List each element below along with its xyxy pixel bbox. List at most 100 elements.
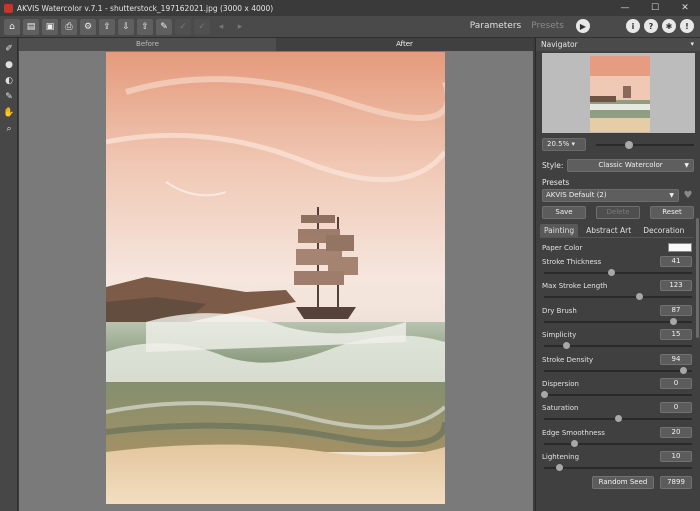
eraser-icon[interactable]: ◐ — [0, 73, 18, 89]
save-preset-button[interactable]: Save — [542, 206, 586, 219]
main-toolbar: ⌂ ▤ ▣ ⎙ ⚙ ⇪ ⇩ ⇧ ✎ ✓ ✓ ◂ ▸ Parameters Pre… — [0, 16, 700, 38]
tab-parameters[interactable]: Parameters — [470, 21, 522, 31]
settings-icon[interactable]: ✱ — [662, 19, 676, 33]
param-slider[interactable] — [544, 366, 692, 374]
param-row: Max Stroke Length 123 — [542, 280, 694, 304]
batch-icon[interactable]: ⚙ — [80, 18, 96, 35]
apply-all-icon[interactable]: ✓ — [194, 18, 210, 35]
maximize-button[interactable]: ☐ — [640, 0, 670, 16]
pencil-icon[interactable]: ✐ — [0, 41, 18, 57]
info-icon[interactable]: i — [626, 19, 640, 33]
zoom-slider[interactable] — [596, 140, 694, 149]
param-slider-knob[interactable] — [541, 390, 548, 398]
param-slider[interactable] — [541, 390, 692, 398]
redo-icon[interactable]: ▸ — [232, 19, 248, 35]
export-icon[interactable]: ⇧ — [137, 18, 153, 35]
param-value-field[interactable]: 10 — [660, 451, 692, 463]
random-seed-row: Random Seed 7899 — [542, 475, 694, 489]
param-label: Dispersion — [542, 379, 579, 388]
close-button[interactable]: ✕ — [670, 0, 700, 16]
tab-decoration[interactable]: Decoration — [639, 224, 688, 237]
param-slider[interactable] — [544, 439, 692, 447]
param-row: Lightening 10 — [542, 451, 694, 475]
random-seed-button[interactable]: Random Seed — [592, 475, 654, 489]
tab-abstract-art[interactable]: Abstract Art — [582, 224, 635, 237]
param-value-field[interactable]: 123 — [660, 280, 692, 292]
param-slider-knob[interactable] — [563, 342, 571, 350]
before-after-bar: Before After — [19, 38, 533, 51]
param-value-field[interactable]: 20 — [660, 426, 692, 438]
param-row: Edge Smoothness 20 — [542, 426, 694, 451]
favorite-icon[interactable]: ♥ — [682, 190, 694, 201]
param-value-field[interactable]: 41 — [660, 256, 692, 267]
app-icon — [4, 3, 13, 13]
share-icon[interactable]: ⇪ — [99, 18, 115, 35]
hand-icon[interactable]: ✋ — [0, 105, 18, 121]
style-label: Style: — [542, 161, 564, 170]
brush-icon[interactable]: ✎ — [0, 89, 18, 105]
preset-value: AKVIS Default (2) — [546, 191, 607, 199]
home-icon[interactable]: ⌂ — [4, 18, 20, 35]
random-seed-value[interactable]: 7899 — [660, 475, 692, 489]
presets-label: Presets — [542, 178, 570, 187]
param-slider-knob[interactable] — [635, 293, 643, 301]
panel-scrollbar[interactable] — [696, 218, 699, 338]
param-slider[interactable] — [544, 464, 692, 472]
zoom-icon[interactable]: ⌕ — [0, 121, 18, 137]
help-icon[interactable]: ? — [644, 19, 658, 33]
title-bar: AKVIS Watercolor v.7.1 - shutterstock_19… — [0, 0, 700, 16]
param-value-field[interactable]: 0 — [660, 402, 692, 414]
zoom-value: 20.5% — [547, 140, 570, 148]
tab-presets[interactable]: Presets — [531, 21, 564, 31]
param-value-field[interactable]: 15 — [660, 329, 692, 341]
run-icon[interactable]: ▶ — [576, 19, 590, 33]
paper-color-swatch[interactable] — [668, 243, 692, 252]
param-label: Lightening — [542, 453, 580, 462]
param-slider-knob[interactable] — [607, 269, 615, 276]
param-slider-knob[interactable] — [615, 415, 622, 423]
open-icon[interactable]: ▤ — [23, 18, 39, 35]
collapse-icon[interactable]: ▾ — [690, 38, 694, 51]
param-slider[interactable] — [544, 415, 692, 423]
settings-tabs: Painting Abstract Art Decoration — [540, 224, 694, 238]
notify-icon[interactable]: ! — [680, 19, 694, 33]
delete-preset-button[interactable]: Delete — [596, 206, 640, 219]
param-slider-knob[interactable] — [570, 439, 578, 447]
param-slider-knob[interactable] — [555, 464, 563, 472]
param-label: Dry Brush — [542, 306, 577, 315]
reset-preset-button[interactable]: Reset — [650, 206, 694, 219]
chevron-down-icon: ▼ — [669, 192, 674, 199]
param-slider[interactable] — [544, 342, 692, 350]
undo-icon[interactable]: ◂ — [213, 19, 229, 35]
brush-icon[interactable]: ✎ — [156, 18, 172, 35]
style-select[interactable]: Classic Watercolor ▼ — [567, 159, 694, 172]
watercolor-image[interactable] — [106, 52, 445, 504]
save-icon[interactable]: ▣ — [42, 18, 58, 35]
param-row: Simplicity 15 — [542, 329, 694, 353]
import-icon[interactable]: ⇩ — [118, 18, 134, 35]
param-slider-knob[interactable] — [680, 366, 688, 374]
tab-after[interactable]: After — [276, 38, 533, 51]
zoom-select[interactable]: 20.5% ▾ — [542, 138, 586, 151]
preset-select[interactable]: AKVIS Default (2) ▼ — [542, 189, 679, 202]
navigator-header: Navigator ▾ — [536, 38, 700, 51]
apply-icon[interactable]: ✓ — [175, 18, 191, 35]
param-slider[interactable] — [544, 317, 692, 325]
param-row: Saturation 0 — [542, 402, 694, 426]
param-row: Dispersion 0 — [541, 377, 694, 402]
tab-painting[interactable]: Painting — [540, 224, 579, 237]
param-slider[interactable] — [544, 269, 692, 276]
param-value-field[interactable]: 0 — [660, 377, 692, 389]
painting-parameters: Paper Color Stroke Thickness 41 Max Stroke… — [541, 242, 694, 476]
param-label: Stroke Thickness — [542, 258, 602, 266]
param-slider-knob[interactable] — [669, 317, 677, 325]
param-value-field[interactable]: 94 — [660, 353, 692, 365]
param-value-field[interactable]: 87 — [660, 304, 692, 316]
tab-before[interactable]: Before — [19, 38, 276, 51]
drop-icon[interactable]: ● — [0, 57, 18, 73]
zoom-slider-knob[interactable] — [625, 140, 634, 149]
param-slider[interactable] — [544, 293, 692, 301]
minimize-button[interactable]: — — [610, 0, 640, 16]
navigator-preview[interactable] — [542, 53, 695, 133]
print-icon[interactable]: ⎙ — [61, 18, 77, 35]
